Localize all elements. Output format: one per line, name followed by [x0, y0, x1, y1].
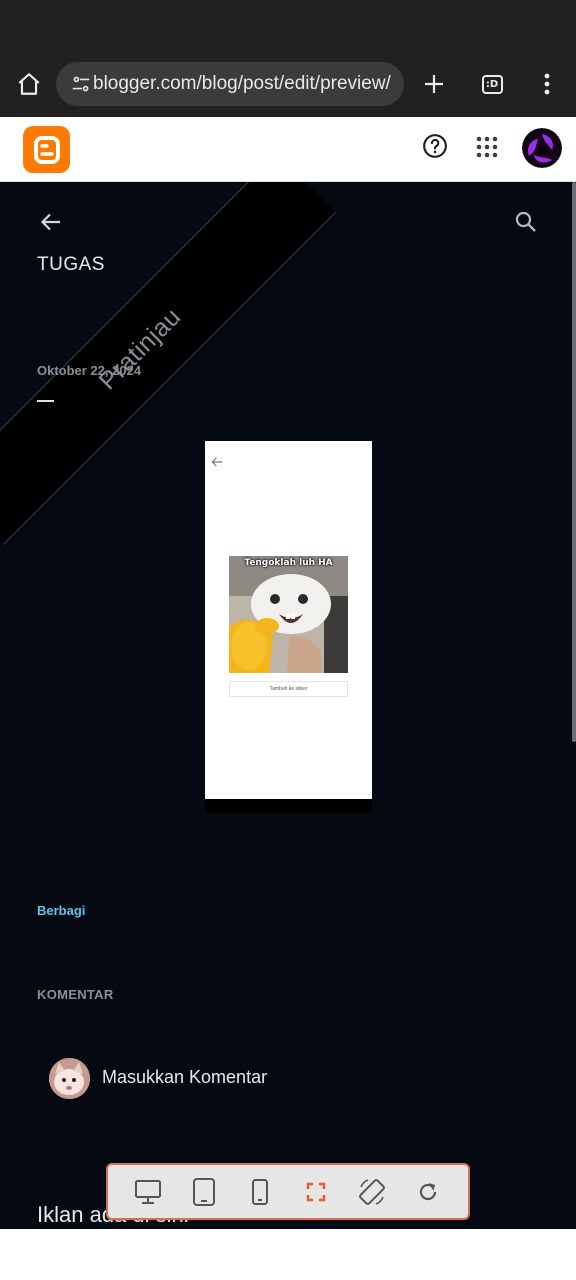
- help-circle-icon: [423, 134, 447, 158]
- url-text[interactable]: blogger.com/blog/post/edit/preview/: [93, 73, 391, 95]
- cat-meme-picture: [229, 556, 348, 673]
- image-bottom-bar: [205, 799, 372, 813]
- comment-input[interactable]: Masukkan Komentar: [102, 1067, 267, 1088]
- home-button[interactable]: [10, 64, 48, 104]
- blogger-logo-icon: [33, 135, 60, 164]
- share-link[interactable]: Berbagi: [37, 903, 85, 918]
- tablet-icon: [193, 1177, 215, 1206]
- blogger-header: [0, 117, 576, 182]
- plus-icon: [425, 75, 443, 93]
- search-icon: [515, 211, 536, 232]
- account-avatar[interactable]: [522, 128, 562, 168]
- new-tab-button[interactable]: [414, 64, 454, 104]
- search-button[interactable]: [508, 204, 544, 240]
- post-date: Oktober 22, 2024: [37, 363, 142, 378]
- more-vert-icon: [544, 73, 550, 95]
- tab-switcher-button[interactable]: :D: [472, 64, 512, 104]
- desktop-view-button[interactable]: [128, 1172, 168, 1212]
- blogger-logo[interactable]: [23, 126, 70, 173]
- mobile-icon: [252, 1178, 268, 1205]
- comment-avatar: [49, 1058, 90, 1099]
- browser-menu-button[interactable]: [530, 64, 564, 104]
- post-divider: [37, 400, 54, 402]
- sticker-image: Tengoklah luh HA: [229, 556, 348, 673]
- tune-icon: [72, 76, 90, 92]
- device-preview-toolbar: [106, 1163, 470, 1220]
- avatar-image: [522, 128, 562, 168]
- rotate-icon: [359, 1178, 385, 1205]
- back-button[interactable]: [33, 204, 69, 240]
- mobile-view-button[interactable]: [240, 1172, 280, 1212]
- refresh-view-button[interactable]: [408, 1172, 448, 1212]
- fullscreen-view-button[interactable]: [296, 1172, 336, 1212]
- desktop-icon: [135, 1179, 161, 1204]
- arrow-left-icon: [40, 213, 60, 231]
- arrow-left-icon: [211, 457, 223, 467]
- fullscreen-icon: [306, 1182, 326, 1201]
- browser-toolbar: blogger.com/blog/post/edit/preview/ :D: [0, 0, 576, 117]
- sticker-caption: Tengoklah luh HA: [244, 558, 333, 568]
- tablet-view-button[interactable]: [184, 1172, 224, 1212]
- site-settings-button[interactable]: [56, 62, 92, 106]
- kitten-avatar-image: [49, 1058, 90, 1099]
- blog-preview[interactable]: Pratinjau TUGAS Oktober 22, 2024 Tengokl…: [0, 182, 576, 1229]
- preview-ribbon-label: Pratinjau: [93, 302, 187, 396]
- preview-scrollbar[interactable]: [572, 182, 576, 742]
- apps-button[interactable]: [470, 130, 504, 164]
- tab-count: :D: [481, 74, 503, 94]
- add-sticker-button: Tambah ke stiker: [229, 681, 348, 697]
- blog-title[interactable]: TUGAS: [37, 254, 105, 276]
- apps-grid-icon: [476, 136, 498, 158]
- address-bar[interactable]: blogger.com/blog/post/edit/preview/: [56, 62, 404, 106]
- comments-heading: KOMENTAR: [37, 987, 114, 1002]
- help-button[interactable]: [418, 129, 452, 163]
- bottom-blank-area: [0, 1229, 576, 1280]
- post-image[interactable]: Tengoklah luh HA Tambah ke stiker: [205, 441, 372, 813]
- refresh-icon: [419, 1182, 437, 1200]
- home-icon: [18, 73, 40, 95]
- rotate-view-button[interactable]: [352, 1172, 392, 1212]
